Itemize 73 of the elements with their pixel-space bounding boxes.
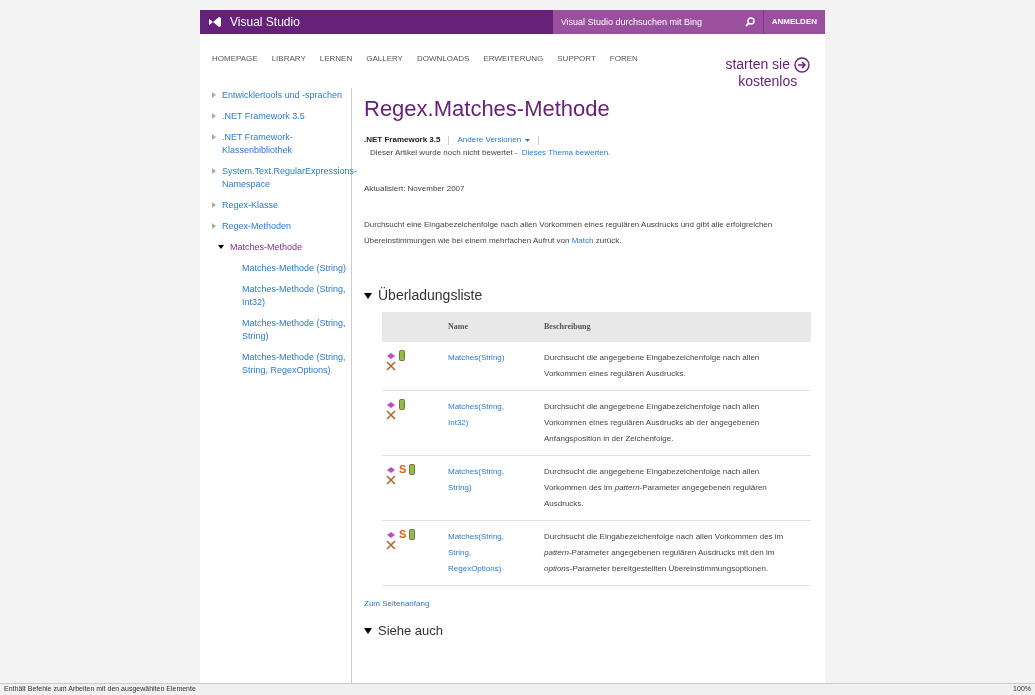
section-heading: Siehe auch (378, 624, 444, 638)
updated-text: Aktualisiert: November 2007 (364, 183, 466, 195)
cross-icon (386, 540, 396, 550)
method-icon (386, 400, 396, 409)
sidebar-item[interactable]: Matches-Methode (String) (242, 262, 347, 275)
method-link[interactable]: Matches(String, String) (448, 464, 544, 512)
nav-link[interactable]: GALLERY (366, 53, 403, 65)
cross-icon (386, 410, 396, 420)
nav-link[interactable]: ERWEITERUNG (483, 53, 544, 65)
sidebar-item[interactable]: Matches-Methode (String, String) (242, 317, 347, 343)
method-link[interactable]: Matches(String, String, RegexOptions) (448, 529, 544, 577)
rating-text: Dieser Artikel wurde noch nicht bewertet - (370, 147, 518, 159)
promo-text[interactable]: kostenlos (738, 73, 798, 90)
collapsed-icon (212, 168, 216, 174)
arrow-circle-icon[interactable] (794, 56, 810, 73)
static-icon: S (399, 464, 407, 475)
collapsed-icon (212, 223, 216, 229)
sidebar-item[interactable]: Entwicklertools und -sprachen (222, 89, 343, 102)
search-field[interactable]: Visual Studio durchsuchen mit Bing (552, 10, 737, 34)
nav-link[interactable]: LERNEN (319, 53, 353, 65)
sidebar-item[interactable]: .NET Framework 3.5 (222, 110, 305, 123)
sidebar-item[interactable]: .NET Framework-Klassenbibliothek (222, 131, 347, 157)
sidebar-item[interactable]: Regex-Klasse (222, 199, 279, 212)
phone-icon (399, 399, 405, 410)
signin-button[interactable]: ANMELDEN (762, 10, 825, 34)
sidebar-item[interactable]: Matches-Methode (230, 241, 303, 254)
cross-icon (386, 361, 396, 371)
versions-dropdown[interactable]: Andere Versionen (457, 134, 522, 146)
summary-text: Durchsucht eine Eingabezeichenfolge nach allen Vorkommen eines regulären Ausdrucks und gibt alle erfolgreichen Übereinstimmungen wie bei einem mehrfachen Aufruf von Match zurück. (364, 219, 774, 247)
section-heading: Überladungsliste (378, 286, 483, 305)
nav-link[interactable]: HOMEPAGE (212, 53, 258, 65)
table-cell-text: Durchsucht die angegebene Eingabezeichenfolge nach allen Vorkommen eines regulären Ausdrucks. (544, 352, 761, 380)
phone-icon (399, 350, 405, 361)
logo-icon (208, 16, 222, 28)
page-title: Regex.Matches-Methode (364, 96, 611, 122)
back-to-top-link[interactable]: Zum Seitenanfang (364, 598, 430, 610)
match-link[interactable]: Match (571, 236, 594, 245)
search-button[interactable] (736, 10, 763, 34)
caret-icon (525, 138, 531, 142)
collapsed-icon (212, 134, 216, 140)
sidebar-item[interactable]: System.Text.RegularExpressions-Namespace (222, 165, 358, 191)
collapsed-icon (212, 202, 216, 208)
nav-link[interactable]: SUPPORT (557, 53, 596, 65)
version-label: .NET Framework 3.5 (364, 134, 441, 146)
method-icon (386, 351, 396, 360)
sidebar-item[interactable]: Matches-Methode (String, Int32) (242, 283, 347, 309)
promo-text[interactable]: starten sie (725, 56, 790, 73)
nav-link[interactable]: DOWNLOADS (416, 53, 470, 65)
brand-name: Visual Studio (230, 14, 300, 31)
static-icon: S (399, 529, 407, 540)
method-icon (386, 530, 396, 539)
table-cell-text: Durchsucht die angegebene Eingabezeichenfolge nach allen Vorkommen des im pattern-Parameter angegebenen regulären Ausdrucks. (544, 466, 768, 510)
method-icon (386, 465, 396, 474)
method-link[interactable]: Matches(String) (448, 350, 544, 382)
column-header: Beschreibung (544, 321, 591, 333)
sidebar-item[interactable]: Matches-Methode (String, String, RegexOptions) (242, 351, 347, 377)
method-link[interactable]: Matches(String, Int32) (448, 399, 544, 447)
collapsed-icon (212, 113, 216, 119)
rate-link[interactable]: Dieses Thema bewerten. (521, 147, 611, 159)
search-icon (744, 17, 755, 27)
expanded-icon (364, 292, 372, 299)
table-cell-text: Durchsucht die angegebene Eingabezeichenfolge nach allen Vorkommen eines regulären Ausdrucks ab der angegebenen Anfangsposition in der Zeichenfolge. (544, 401, 761, 445)
expanded-icon (364, 628, 372, 634)
phone-icon (409, 529, 416, 540)
nav-link[interactable]: LIBRARY (271, 53, 306, 65)
nav-link[interactable]: FOREN (609, 53, 638, 65)
column-header: Name (448, 321, 469, 333)
collapsed-icon (212, 92, 216, 98)
table-cell-text: Durchsucht die Eingabezeichenfolge nach allen Vorkommen des im pattern-Parameter angegebenen regulären Ausdrucks mit den im options-Parameter bereitgestellten Übereinstimmungsoptionen. (544, 531, 785, 575)
expanded-icon (218, 245, 224, 249)
sidebar-item[interactable]: Regex-Methoden (222, 220, 292, 233)
cross-icon (386, 475, 396, 485)
phone-icon (409, 464, 416, 475)
